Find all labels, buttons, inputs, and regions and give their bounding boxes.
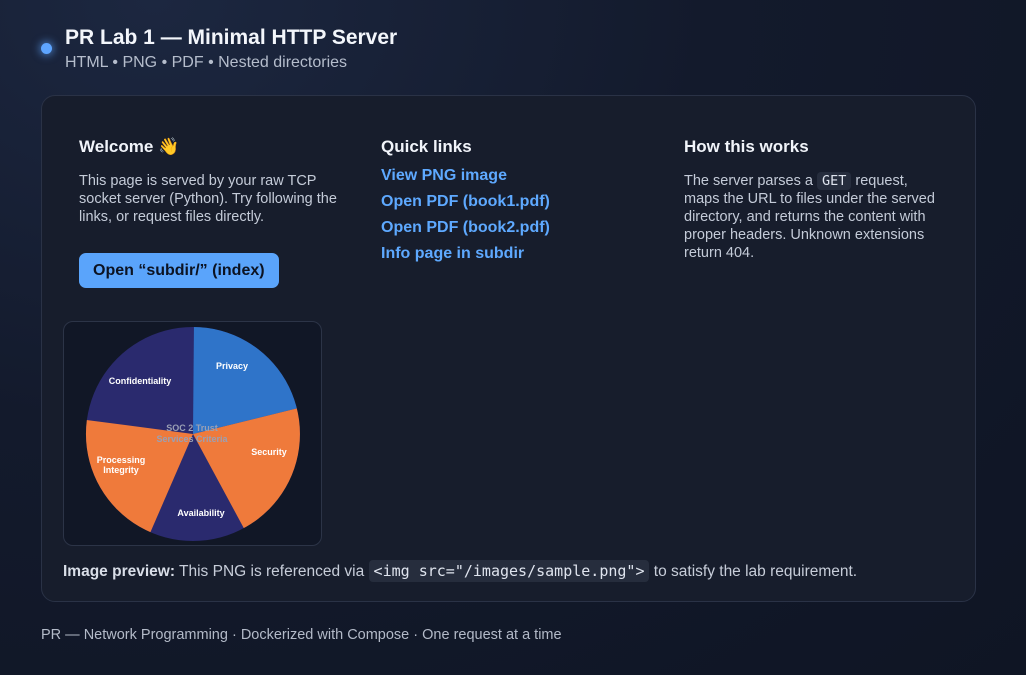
confidentiality-label: Confidentiality <box>109 376 172 386</box>
security-label: Security <box>251 447 287 457</box>
privacy-segment <box>193 327 300 434</box>
get-code: GET <box>816 172 852 190</box>
page-footer: PR — Network Programming · Dockerized wi… <box>41 627 562 643</box>
page-title: PR Lab 1 — Minimal HTTP Server <box>65 26 398 49</box>
status-dot-icon <box>41 43 52 54</box>
image-caption: Image preview: This PNG is referenced vi… <box>63 560 858 582</box>
welcome-section: Welcome 👋 This page is served by your ra… <box>79 136 339 226</box>
page-subtitle: HTML • PNG • PDF • Nested directories <box>65 54 348 71</box>
page-header: PR Lab 1 — Minimal HTTP Server HTML • PN… <box>41 24 397 72</box>
link-book1-pdf[interactable]: Open PDF (book1.pdf) <box>381 189 641 215</box>
quick-links-heading: Quick links <box>381 137 472 156</box>
processing-label-line2: Integrity <box>103 465 139 475</box>
diagram-center-line1: SOC 2 Trust <box>166 423 218 433</box>
how-it-works-heading: How this works <box>684 137 809 156</box>
open-subdir-button[interactable]: Open “subdir/” (index) <box>79 253 279 288</box>
link-book2-pdf[interactable]: Open PDF (book2.pdf) <box>381 215 641 241</box>
link-subdir-info[interactable]: Info page in subdir <box>381 241 641 267</box>
soc2-diagram-image: SOC 2 Trust Services Criteria Privacy Co… <box>85 327 300 541</box>
caption-label: Image preview: <box>63 563 175 580</box>
quick-links-section: Quick links View PNG image Open PDF (boo… <box>381 136 641 267</box>
welcome-heading: Welcome 👋 <box>79 137 180 156</box>
image-preview: SOC 2 Trust Services Criteria Privacy Co… <box>63 321 322 546</box>
how-it-works-text: The server parses a GET request, maps th… <box>684 172 935 261</box>
processing-label-line1: Processing <box>97 455 146 465</box>
main-card: Welcome 👋 This page is served by your ra… <box>41 95 976 602</box>
diagram-center-line2: Services Criteria <box>156 434 228 444</box>
img-tag-code: <img src="/images/sample.png"> <box>368 560 650 582</box>
availability-label: Availability <box>177 508 224 518</box>
link-view-png[interactable]: View PNG image <box>381 163 641 189</box>
privacy-label: Privacy <box>216 361 248 371</box>
welcome-text: This page is served by your raw TCP sock… <box>79 173 337 225</box>
how-it-works-section: How this works The server parses a GET r… <box>684 136 944 262</box>
